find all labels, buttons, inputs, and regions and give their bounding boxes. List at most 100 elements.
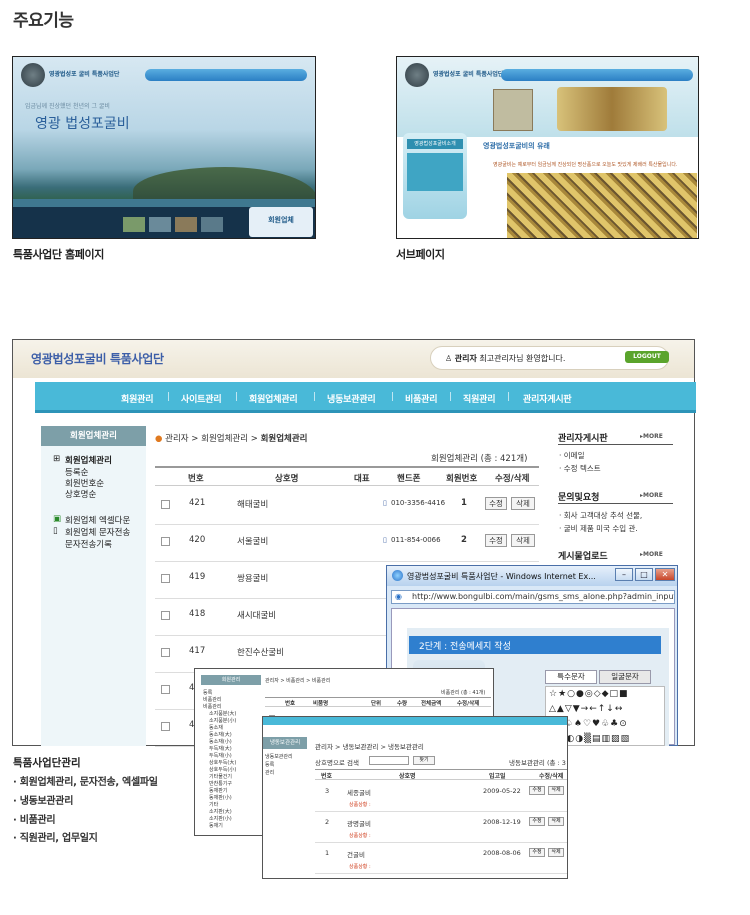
brand-name: 영광법성포 굴비 특품사업단 bbox=[49, 71, 120, 78]
board-item[interactable]: · 이메일 bbox=[559, 450, 584, 461]
delete-button[interactable]: 삭제 bbox=[548, 817, 564, 826]
row-status: 상품상황 : bbox=[349, 833, 371, 839]
edit-button[interactable]: 수정 bbox=[485, 497, 507, 510]
breadcrumb-home[interactable]: 관리자 bbox=[165, 434, 188, 444]
total-count: 비품관리 (총 : 41개) bbox=[441, 690, 486, 696]
row-checkbox[interactable] bbox=[161, 685, 170, 694]
sidebar-item[interactable]: 두득재(大) bbox=[209, 745, 232, 752]
col-no: 번호 bbox=[321, 773, 333, 780]
sidebar-item-name[interactable]: 상호명순 bbox=[65, 488, 96, 500]
sidebar-item[interactable]: 관리 bbox=[265, 769, 274, 776]
board-item[interactable]: · 수정 텍스트 bbox=[559, 463, 601, 474]
minimize-button[interactable]: – bbox=[615, 568, 633, 581]
edit-button[interactable]: 수정 bbox=[485, 534, 507, 547]
sidebar-item[interactable]: 동재판(小) bbox=[209, 794, 232, 801]
symbol-row[interactable]: ☆★○●◎◇◆□■ bbox=[549, 687, 664, 702]
close-button[interactable]: ✕ bbox=[655, 568, 675, 581]
sidebar-item-excel[interactable]: 회원업체 엑셀다운 bbox=[65, 514, 130, 526]
sidebar-item-company[interactable]: 회원업체관리 bbox=[65, 454, 112, 466]
sidebar-item[interactable]: 상호두득(大) bbox=[209, 759, 236, 766]
table-header bbox=[155, 466, 539, 486]
row-name[interactable]: 새시대굴비 bbox=[237, 609, 276, 621]
row-name[interactable]: 세종굴비 bbox=[347, 787, 371, 797]
row-name[interactable]: 쌍용굴비 bbox=[237, 572, 268, 584]
tab-special-chars[interactable]: 특수문자 bbox=[545, 670, 597, 684]
col-name: 상호명 bbox=[399, 773, 416, 780]
row-no: 1 bbox=[325, 849, 330, 857]
sidebar-item[interactable]: 등록 bbox=[203, 689, 212, 696]
qna-more-link[interactable]: ▸MORE bbox=[640, 492, 663, 499]
row-checkbox[interactable] bbox=[161, 722, 170, 731]
edit-button[interactable]: 수정 bbox=[529, 848, 545, 857]
sidebar-item[interactable]: 두득재(小) bbox=[209, 752, 232, 759]
row-checkbox[interactable] bbox=[161, 500, 170, 509]
menu-staff[interactable]: 직원관리 bbox=[463, 392, 496, 405]
member-card: 회원업체 bbox=[249, 207, 313, 237]
download-more-link[interactable]: ▸MORE bbox=[640, 551, 663, 558]
sidebar-item-sms-log[interactable]: 문자전송기록 bbox=[65, 538, 112, 550]
sidebar-item[interactable]: 소지품분(小) bbox=[209, 717, 236, 724]
row-checkbox[interactable] bbox=[161, 611, 170, 620]
col-member-no: 회원번호 bbox=[446, 474, 478, 484]
col-date: 입고일 bbox=[489, 773, 506, 780]
row-name[interactable]: 해태굴비 bbox=[237, 498, 268, 510]
mobile-icon: ▯ bbox=[383, 536, 387, 544]
row-name[interactable]: 서울굴비 bbox=[237, 535, 268, 547]
search-input[interactable] bbox=[369, 756, 409, 765]
edit-button[interactable]: 수정 bbox=[529, 786, 545, 795]
sidebar-item[interactable]: 소지판(大) bbox=[209, 808, 232, 815]
qna-item[interactable]: · 굴비 제품 미국 수입 관. bbox=[559, 523, 638, 534]
delete-button[interactable]: 삭제 bbox=[548, 786, 564, 795]
sidebar-item[interactable]: 동소재(小) bbox=[209, 738, 232, 745]
sidebar-item[interactable]: 동재기 bbox=[209, 822, 223, 829]
sidebar-item[interactable]: 비품관리 bbox=[203, 703, 221, 710]
row-name[interactable]: 한진수산굴비 bbox=[237, 646, 284, 658]
menu-frozen[interactable]: 냉동보관관리 bbox=[327, 392, 376, 405]
menu-site[interactable]: 사이트관리 bbox=[181, 392, 222, 405]
sidebar-item[interactable]: 기타 bbox=[209, 801, 218, 808]
menu-supplies[interactable]: 비품관리 bbox=[405, 392, 438, 405]
sidebar-item[interactable]: 동재판기 bbox=[209, 787, 227, 794]
sidebar-item[interactable]: 반찬통기구 bbox=[209, 780, 232, 787]
qna-item[interactable]: · 회사 고객대상 추석 선물, bbox=[559, 510, 642, 521]
tab-general-chars[interactable]: 일굴문자 bbox=[599, 670, 651, 684]
menu-company[interactable]: 회원업체관리 bbox=[249, 392, 298, 405]
homepage-caption: 특품사업단 홈페이지 bbox=[13, 248, 104, 261]
symbol-row[interactable]: △▲▽▼→←↑↓↔ bbox=[549, 702, 664, 717]
sidebar-item-sms[interactable]: 회원업체 문자전송 bbox=[65, 526, 130, 538]
search-button[interactable]: 찾기 bbox=[413, 756, 435, 765]
logout-button[interactable]: LOGOUT bbox=[625, 351, 669, 363]
maximize-button[interactable]: □ bbox=[635, 568, 653, 581]
sidebar-item[interactable]: 등록 bbox=[265, 761, 274, 768]
sidebar-header: 회원업체관리 bbox=[41, 426, 146, 446]
sidebar-item[interactable]: 기타물건기 bbox=[209, 773, 232, 780]
row-name[interactable]: 건굴비 bbox=[347, 849, 365, 859]
row-name[interactable]: 광명굴비 bbox=[347, 818, 371, 828]
sidebar-item[interactable]: 냉동보관관리 bbox=[265, 753, 293, 760]
menu-divider: | bbox=[313, 392, 317, 402]
row-checkbox[interactable] bbox=[161, 574, 170, 583]
breadcrumb-parent[interactable]: 회원업체관리 bbox=[201, 434, 248, 444]
sidebar-item[interactable]: 비품관리 bbox=[203, 696, 221, 703]
col-total: 전체금액 bbox=[421, 701, 442, 707]
edit-button[interactable]: 수정 bbox=[529, 817, 545, 826]
menu-board[interactable]: 관리자게시판 bbox=[523, 392, 572, 405]
board-more-link[interactable]: ▸MORE bbox=[640, 433, 663, 440]
breadcrumb: 관리자 > 냉동보관관리 > 냉동보관관리 bbox=[315, 743, 424, 751]
row-checkbox[interactable] bbox=[161, 648, 170, 657]
col-ceo: 대표 bbox=[354, 474, 370, 484]
tree-expand-icon[interactable]: ⊞ bbox=[53, 454, 60, 464]
delete-button[interactable]: 삭제 bbox=[548, 848, 564, 857]
feature-item: · 비품관리 bbox=[13, 815, 56, 826]
address-bar[interactable]: http://www.bongulbi.com/main/gsms_sms_al… bbox=[391, 590, 675, 604]
sidebar-item[interactable]: 소지판(小) bbox=[209, 815, 232, 822]
delete-button[interactable]: 삭제 bbox=[511, 534, 535, 547]
row-checkbox[interactable] bbox=[161, 537, 170, 546]
sidebar-item[interactable]: 동소재(大) bbox=[209, 731, 232, 738]
sidebar-item[interactable]: 동소재 bbox=[209, 724, 223, 731]
sidebar-item[interactable]: 소지품분(大) bbox=[209, 710, 236, 717]
menu-member[interactable]: 회원관리 bbox=[121, 392, 154, 405]
total-count: 회원업체관리 (총 : 421개) bbox=[431, 454, 528, 464]
delete-button[interactable]: 삭제 bbox=[511, 497, 535, 510]
sidebar-item[interactable]: 상호두득(小) bbox=[209, 766, 236, 773]
